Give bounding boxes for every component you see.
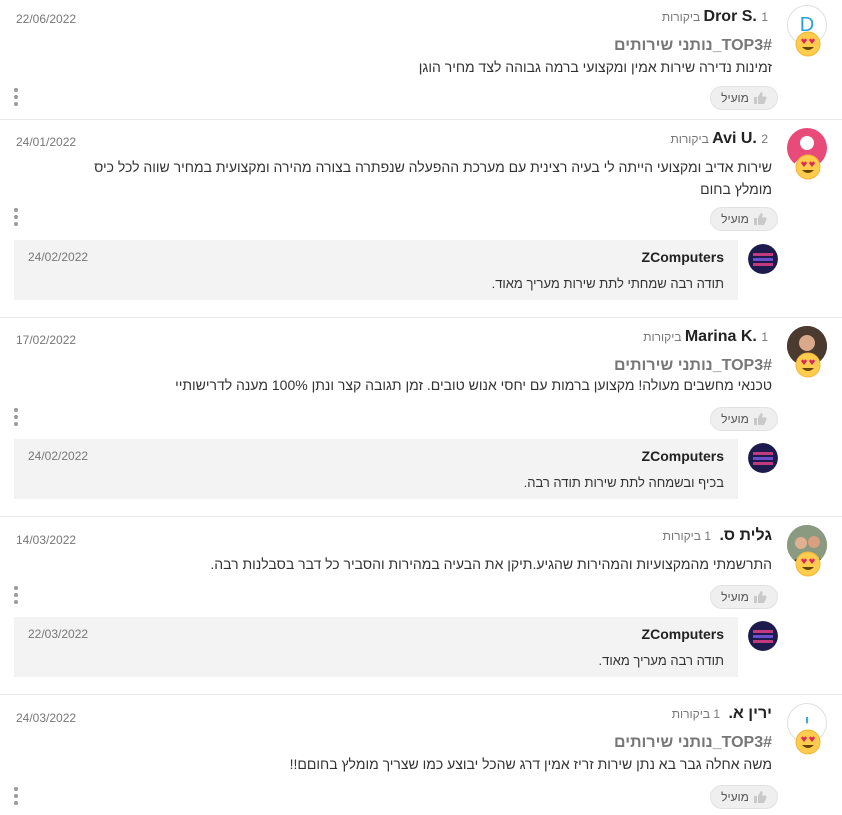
helpful-label: מועיל <box>721 91 749 105</box>
thumbs-up-icon <box>753 791 767 803</box>
helpful-button[interactable]: מועיל <box>710 585 778 609</box>
review-date: 14/03/2022 <box>16 533 77 547</box>
helpful-label: מועיל <box>721 412 749 426</box>
review-item: 17/02/2022 Marina K. 1 ביקורות #TOP3_נות… <box>0 318 842 517</box>
heart-eyes-emoji-icon <box>795 352 821 378</box>
reviewer-name[interactable]: Marina K. <box>685 328 757 345</box>
reply-text: תודה רבה שמחתי לתת שירות מעריך מאוד. <box>491 276 724 291</box>
business-logo-icon <box>748 443 778 473</box>
review-item: 22/06/2022 D Dror S. 1 ביקורות #TOP3_נות… <box>0 0 842 120</box>
business-logo-icon <box>748 244 778 274</box>
review-count: 1 ביקורות <box>662 529 711 543</box>
reviewer-name[interactable]: ירין א. <box>728 705 772 722</box>
thumbs-up-icon <box>753 591 767 603</box>
business-logo-icon <box>748 621 778 651</box>
business-reply: 24/02/2022 ZComputers תודה רבה שמחתי לתת… <box>14 240 738 300</box>
review-text: שירות אדיב ומקצועי הייתה לי בעיה רצינית … <box>94 159 772 197</box>
review-text: משה אחלה גבר בא נתן שירות זריז אמין דרג … <box>289 756 772 772</box>
helpful-label: מועיל <box>721 590 749 604</box>
reply-author[interactable]: ZComputers <box>642 249 724 265</box>
business-reply: 22/03/2022 ZComputers תודה רבה מעריך מאו… <box>14 617 738 677</box>
review-header: Dror S. 1 ביקורות <box>662 8 772 26</box>
thumbs-up-icon <box>753 92 767 104</box>
review-tag: #TOP3_נותני שירותים <box>614 734 772 751</box>
more-options-icon[interactable] <box>12 787 20 805</box>
review-tag: #TOP3_נותני שירותים <box>614 37 772 54</box>
heart-eyes-emoji-icon <box>795 31 821 57</box>
heart-eyes-emoji-icon <box>795 154 821 180</box>
helpful-button[interactable]: מועיל <box>710 785 778 809</box>
heart-eyes-emoji-icon <box>795 551 821 577</box>
reviewer-name[interactable]: Avi U. <box>712 130 757 147</box>
helpful-button[interactable]: מועיל <box>710 86 778 110</box>
review-text: טכנאי מחשבים מעולה! מקצוען ברמות עם יחסי… <box>175 377 772 393</box>
helpful-button[interactable]: מועיל <box>710 207 778 231</box>
helpful-label: מועיל <box>721 212 749 226</box>
reply-author[interactable]: ZComputers <box>642 626 724 642</box>
review-count: 1 ביקורות <box>671 707 721 721</box>
more-options-icon[interactable] <box>12 586 20 604</box>
review-header: גלית ס. 1 ביקורות <box>663 527 772 545</box>
review-date: 24/03/2022 <box>16 711 77 725</box>
review-header: ירין א. 1 ביקורות <box>672 705 772 723</box>
review-item: 24/01/2022 Avi U. 2 ביקורות שירות אדיב ו… <box>0 120 842 318</box>
reply-text: תודה רבה מעריך מאוד. <box>598 653 725 668</box>
heart-eyes-emoji-icon <box>795 729 821 755</box>
reviewer-name[interactable]: גלית ס. <box>719 527 772 544</box>
review-text: זמינות נדירה שירות אמין ומקצועי ברמה גבו… <box>418 59 772 75</box>
reply-date: 24/02/2022 <box>28 449 89 463</box>
review-item: 24/03/2022 י ירין א. 1 ביקורות #TOP3_נות… <box>0 695 842 815</box>
reply-date: 24/02/2022 <box>28 250 89 264</box>
review-text: התרשמתי מהמקצועיות והמהירות שהגיע.תיקן א… <box>210 556 772 572</box>
reviewer-name[interactable]: Dror S. <box>704 8 757 25</box>
review-header: Marina K. 1 ביקורות <box>643 328 772 346</box>
review-date: 24/01/2022 <box>16 135 77 149</box>
reply-text: בכיף ובשמחה לתת שירות תודה רבה. <box>523 475 724 490</box>
more-options-icon[interactable] <box>12 88 20 106</box>
thumbs-up-icon <box>753 413 767 425</box>
more-options-icon[interactable] <box>12 208 20 226</box>
review-header: Avi U. 2 ביקורות <box>670 130 772 148</box>
reply-date: 22/03/2022 <box>28 627 89 641</box>
thumbs-up-icon <box>753 213 767 225</box>
review-item: 14/03/2022 גלית ס. 1 ביקורות התרשמתי מהמ… <box>0 517 842 695</box>
helpful-button[interactable]: מועיל <box>710 407 778 431</box>
review-tag: #TOP3_נותני שירותים <box>614 357 772 374</box>
more-options-icon[interactable] <box>12 408 20 426</box>
reply-author[interactable]: ZComputers <box>642 448 724 464</box>
review-date: 17/02/2022 <box>16 333 77 347</box>
helpful-label: מועיל <box>721 790 749 804</box>
review-date: 22/06/2022 <box>16 12 77 26</box>
business-reply: 24/02/2022 ZComputers בכיף ובשמחה לתת שי… <box>14 439 738 499</box>
